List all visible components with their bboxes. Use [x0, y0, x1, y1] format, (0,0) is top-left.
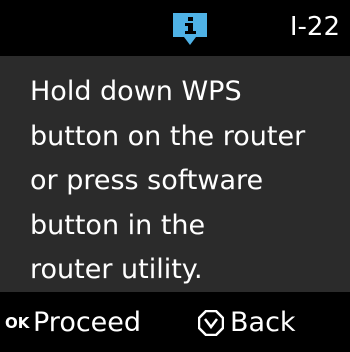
- info-icon: [173, 13, 207, 45]
- ok-key-label: OK: [5, 314, 30, 332]
- message-panel: Hold down WPS button on the router or pr…: [0, 56, 350, 292]
- proceed-label: Proceed: [33, 307, 142, 338]
- stop-icon: [198, 310, 224, 336]
- instruction-text: Hold down WPS button on the router or pr…: [30, 76, 306, 285]
- printer-lcd-screen: I-22 Hold down WPS button on the router …: [0, 0, 350, 352]
- back-label: Back: [230, 307, 296, 338]
- header-bar: I-22: [0, 0, 350, 52]
- footer-bar: OK Proceed Back: [0, 296, 350, 352]
- message-code: I-22: [289, 12, 340, 42]
